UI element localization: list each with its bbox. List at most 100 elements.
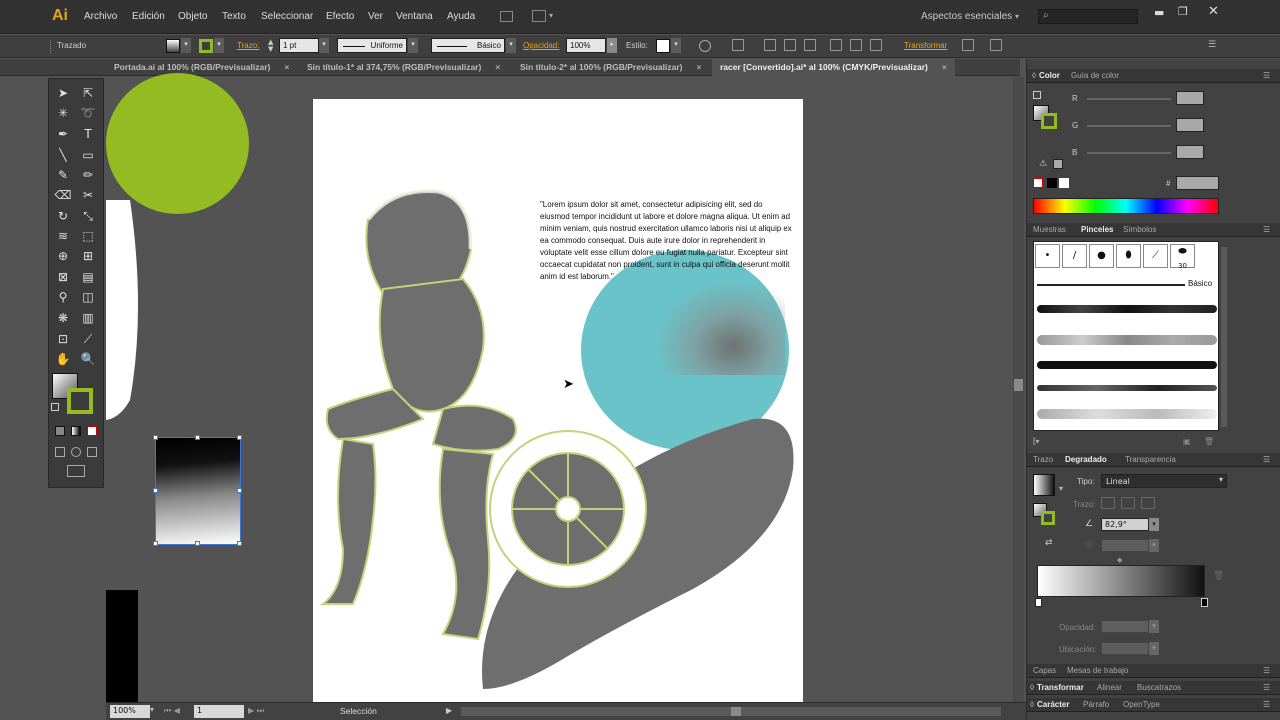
stroke-along-icon[interactable]	[1121, 497, 1135, 509]
minimize-icon[interactable]: ▬	[1154, 6, 1164, 19]
delete-stop-icon[interactable]: 🗑	[1213, 571, 1224, 581]
isolate-icon[interactable]	[962, 39, 974, 51]
stop-opacity-dropdown-icon[interactable]: ▾	[1149, 620, 1159, 633]
zoom-field[interactable]: 100%	[110, 705, 150, 718]
brush-30[interactable]: ⬬ 30	[1170, 244, 1195, 270]
draw-behind-icon[interactable]	[71, 447, 81, 457]
panel-menu-icon[interactable]: ☰	[1263, 71, 1270, 80]
basic-brush-stroke[interactable]	[1037, 284, 1185, 286]
tab-layers[interactable]: Capas	[1033, 666, 1056, 675]
selection-handle[interactable]	[237, 541, 242, 546]
tab-brushes[interactable]: Pinceles	[1081, 225, 1113, 234]
perspective-grid-tool-icon[interactable]: ⊞	[78, 246, 98, 266]
selection-tool-icon[interactable]: ➤	[53, 83, 73, 103]
select-chevron-icon[interactable]: ▾	[1219, 475, 1223, 484]
g-value[interactable]	[1176, 118, 1204, 132]
draw-inside-icon[interactable]	[87, 447, 97, 457]
black-swatch[interactable]	[1047, 178, 1057, 188]
free-transform-tool-icon[interactable]: ⬚	[78, 226, 98, 246]
stroke-swatch[interactable]	[199, 39, 213, 53]
brush-definition[interactable]: Básico	[431, 38, 505, 53]
selection-handle[interactable]	[153, 541, 158, 546]
white-curve-shape[interactable]	[106, 200, 146, 420]
tab-artboards[interactable]: Mesas de trabajo	[1067, 666, 1128, 675]
scrollbar-thumb[interactable]	[731, 707, 741, 716]
stepper-icon[interactable]: ▲ ▼	[268, 39, 273, 53]
paintbrush-tool-icon[interactable]: ✎	[53, 165, 73, 185]
brush-libraries-icon[interactable]: ⫿▾	[1033, 437, 1040, 447]
type-tool-icon[interactable]: T	[78, 124, 98, 144]
tab-portada[interactable]: Portada.ai al 100% (RGB/Previsualizar) ×	[106, 59, 297, 76]
green-circle-shape[interactable]	[106, 73, 249, 214]
workspace-chevron-icon[interactable]: ▾	[1015, 12, 1019, 21]
panel-menu-icon[interactable]: ☰	[1263, 700, 1270, 709]
menu-seleccionar[interactable]: Seleccionar	[261, 11, 313, 22]
lasso-tool-icon[interactable]: ➰	[78, 103, 98, 123]
tab-swatches[interactable]: Muestras	[1033, 225, 1066, 234]
web-safe-swatch[interactable]	[1053, 159, 1063, 169]
white-swatch[interactable]	[1059, 178, 1069, 188]
gradient-slider[interactable]	[1037, 565, 1205, 597]
artboard-tool-icon[interactable]: ⊡	[53, 329, 73, 349]
graphic-style-swatch[interactable]	[656, 39, 670, 53]
draw-normal-icon[interactable]	[55, 447, 65, 457]
opacity-dropdown-icon[interactable]: ▸	[607, 38, 617, 53]
tab-paragraph[interactable]: Párrafo	[1083, 700, 1109, 709]
tab-opentype[interactable]: OpenType	[1123, 700, 1160, 709]
brush-dot-medium[interactable]: ●	[1089, 244, 1114, 268]
tab-transform[interactable]: Transformar	[1037, 683, 1084, 692]
gradient-stop-black[interactable]	[1201, 598, 1208, 607]
close-tab-icon[interactable]: ×	[697, 62, 702, 72]
align-bottom-icon[interactable]	[870, 39, 882, 51]
arrange-documents-icon[interactable]	[532, 10, 546, 22]
racer-illustration[interactable]	[313, 99, 803, 703]
fill-dropdown-icon[interactable]: ▾	[181, 38, 191, 53]
tab-racer[interactable]: racer [Convertido].ai* al 100% (CMYK/Pre…	[712, 59, 955, 76]
selection-handle[interactable]	[195, 541, 200, 546]
style-dropdown-icon[interactable]: ▾	[671, 38, 681, 53]
first-artboard-icon[interactable]: ⏮ ◀	[164, 706, 180, 716]
g-slider[interactable]	[1087, 125, 1171, 127]
color-mode-icon[interactable]	[55, 426, 65, 436]
status-menu-icon[interactable]: ▶	[446, 706, 452, 715]
selection-handle[interactable]	[195, 435, 200, 440]
hand-tool-icon[interactable]: ✋	[53, 349, 73, 369]
brush-dropdown-icon[interactable]: ▾	[506, 38, 516, 53]
stroke-across-icon[interactable]	[1141, 497, 1155, 509]
new-brush-icon[interactable]: ▣	[1183, 437, 1191, 446]
artboard-text[interactable]: "Lorem ipsum dolor sit amet, consectetur…	[540, 199, 794, 283]
collapse-icon[interactable]: ◊	[1032, 71, 1036, 80]
tab-color-guide[interactable]: Guía de color	[1071, 71, 1119, 80]
reverse-gradient-icon[interactable]: ⇄	[1045, 538, 1053, 548]
eyedropper-tool-icon[interactable]: ⚲	[53, 287, 73, 307]
align-middle-icon[interactable]	[850, 39, 862, 51]
delete-brush-icon[interactable]: 🗑	[1204, 437, 1214, 446]
rotate-tool-icon[interactable]: ↻	[53, 206, 73, 226]
pencil-tool-icon[interactable]: ✏	[78, 165, 98, 185]
gradient-preset-dropdown-icon[interactable]: ▾	[1059, 484, 1063, 493]
line-tool-icon[interactable]: ╲	[53, 145, 73, 165]
tab-sin-titulo-2[interactable]: Sin título-2* al 100% (RGB/Previsualizar…	[512, 59, 709, 76]
zoom-dropdown-icon[interactable]: ▾	[150, 705, 154, 714]
align-right-icon[interactable]	[804, 39, 816, 51]
stroke-color-swatch[interactable]	[67, 388, 93, 414]
brush-slash[interactable]: ⟋	[1143, 244, 1168, 268]
scrollbar-thumb[interactable]	[1014, 379, 1023, 391]
restore-icon[interactable]: ❐	[1178, 5, 1188, 18]
menu-objeto[interactable]: Objeto	[178, 11, 207, 22]
align-center-icon[interactable]	[784, 39, 796, 51]
chevron-down-icon[interactable]: ▾	[549, 11, 553, 20]
brush-dot-small[interactable]: •	[1035, 244, 1060, 268]
align-left-icon[interactable]	[764, 39, 776, 51]
bridge-icon[interactable]	[500, 11, 513, 22]
shape-builder-tool-icon[interactable]: ⊕	[53, 246, 73, 266]
symbol-sprayer-tool-icon[interactable]: ❋	[53, 308, 73, 328]
transform-link[interactable]: Transformar	[904, 41, 947, 50]
variable-width-profile[interactable]: Uniforme	[337, 38, 407, 53]
gradient-tool-icon[interactable]: ▤	[78, 267, 98, 287]
selection-handle[interactable]	[237, 435, 242, 440]
brush-oval[interactable]: ⬮	[1116, 244, 1141, 268]
align-to-icon[interactable]	[732, 39, 744, 51]
menu-texto[interactable]: Texto	[222, 11, 246, 22]
aspect-ratio-field[interactable]	[1101, 539, 1149, 552]
